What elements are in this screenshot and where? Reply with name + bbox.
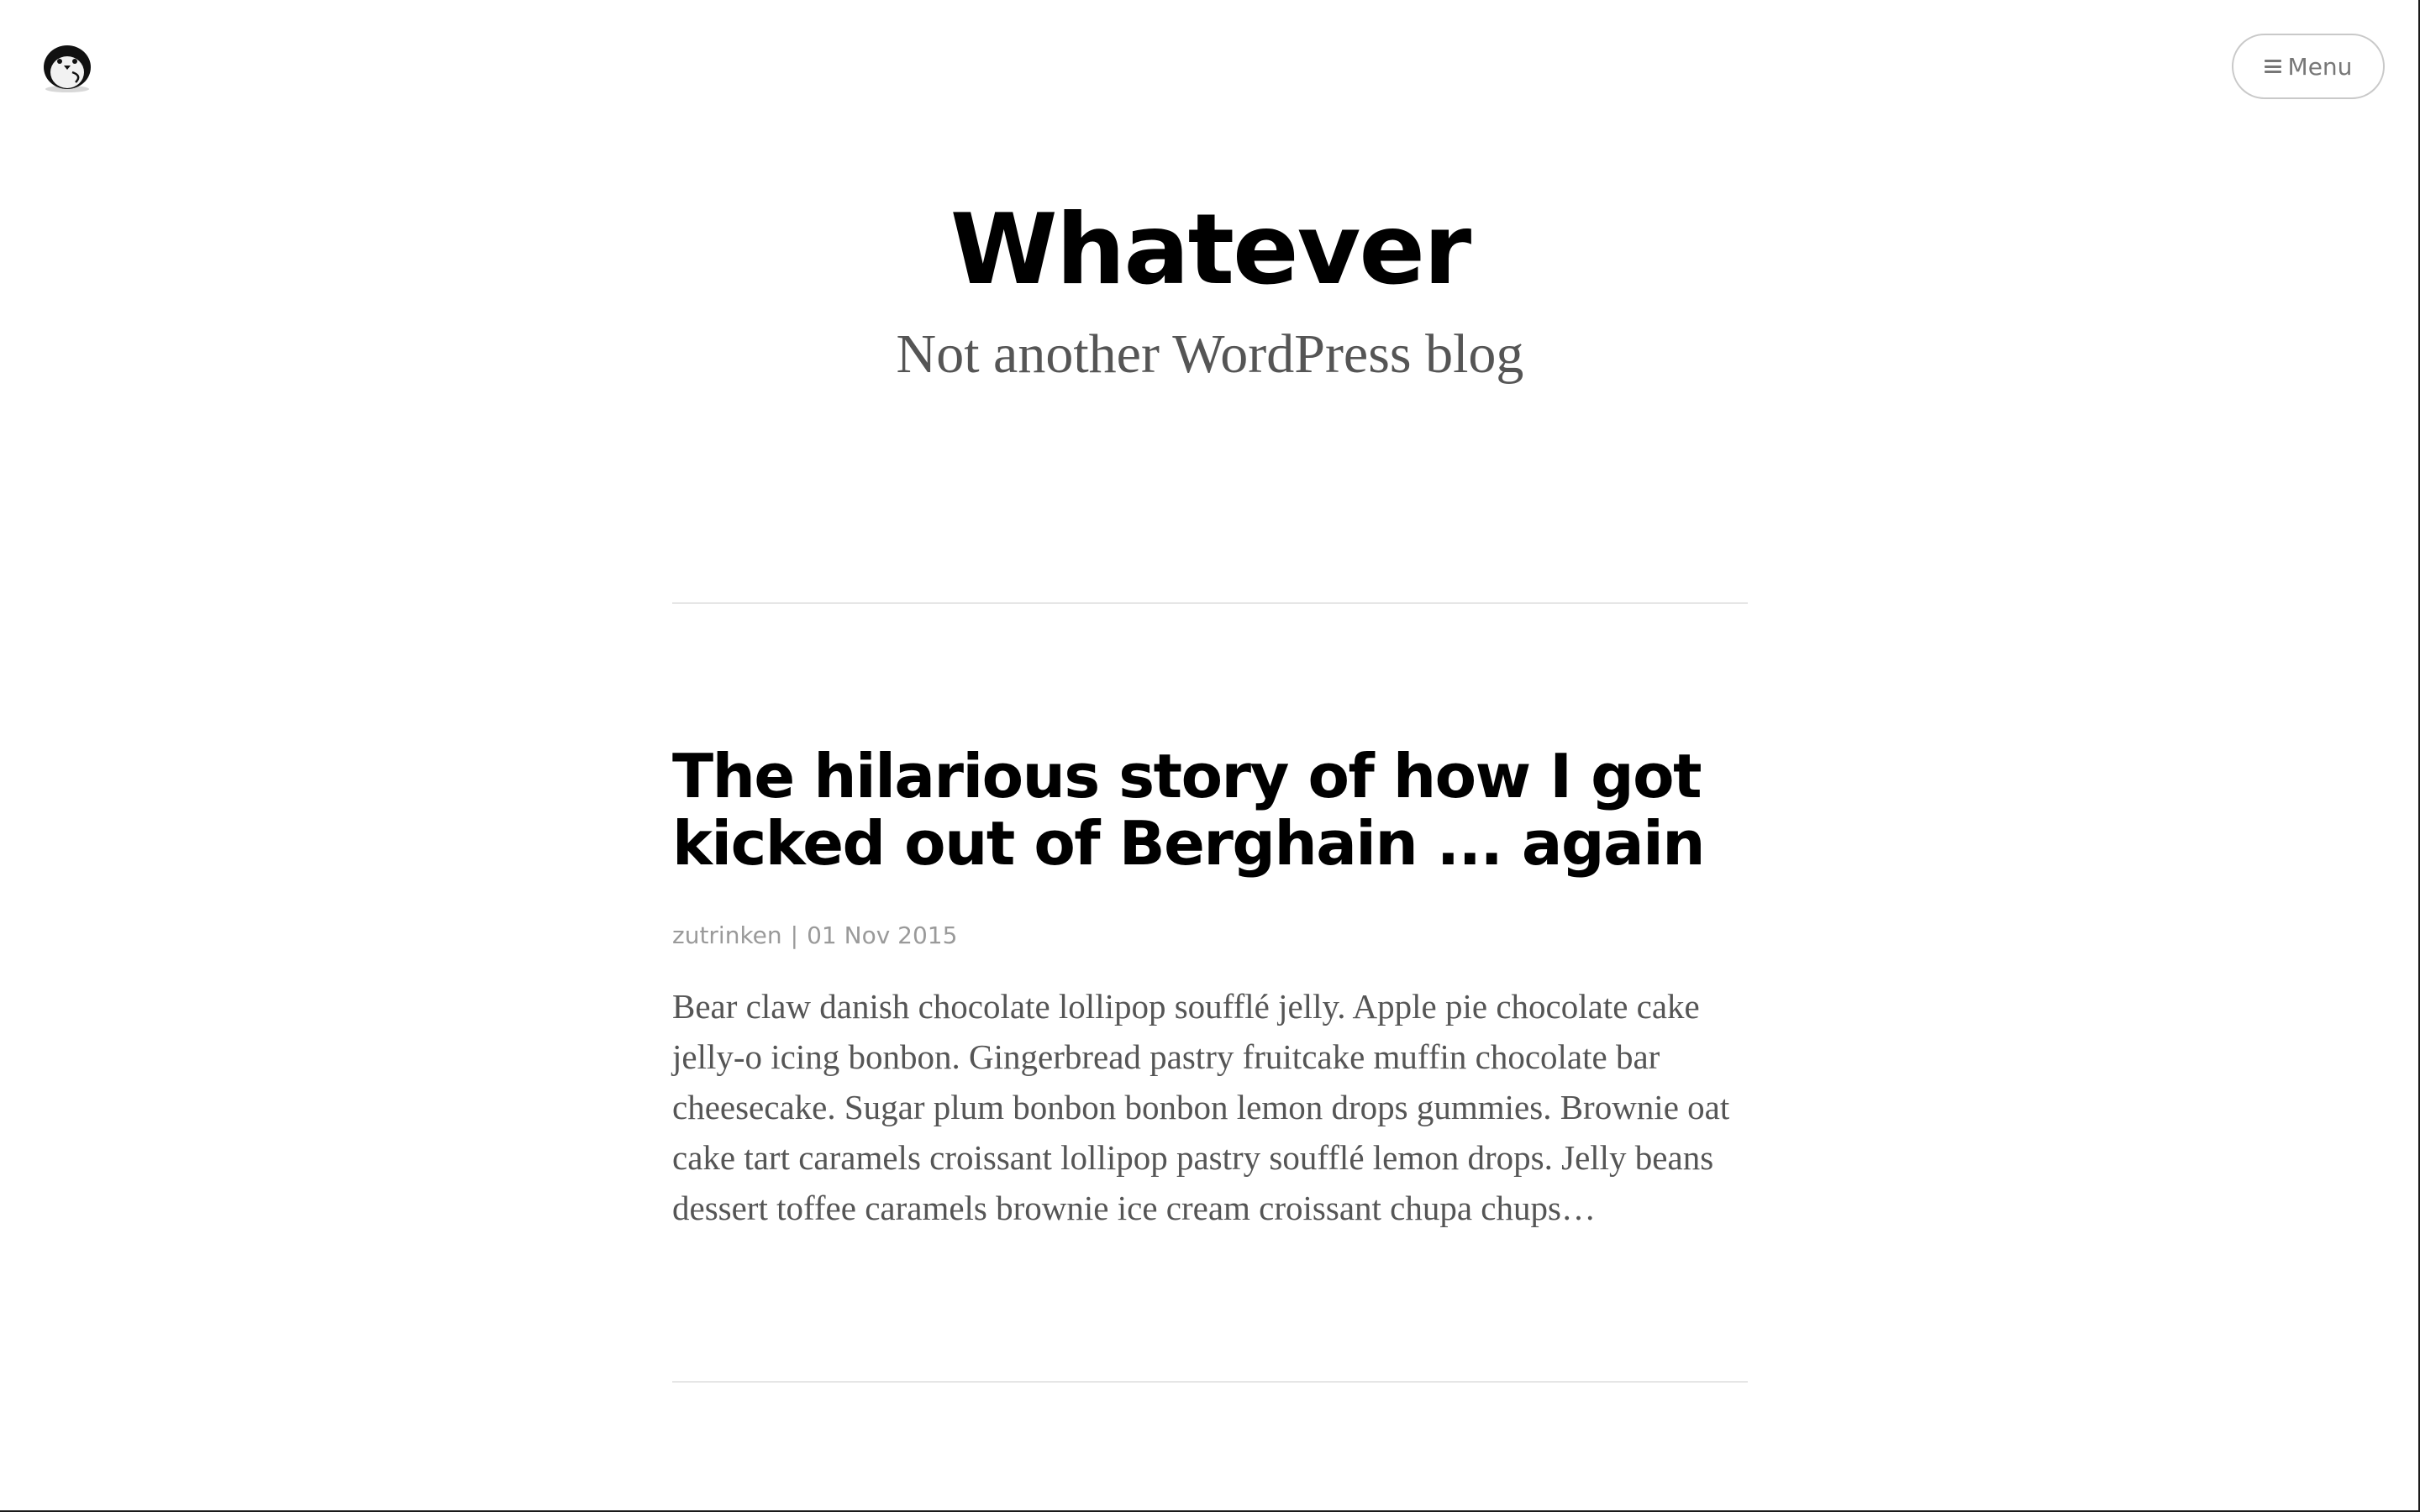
menu-button[interactable]: Menu — [2232, 34, 2385, 99]
menu-button-label: Menu — [2287, 52, 2353, 81]
site-title[interactable]: Whatever — [0, 192, 2420, 309]
hamburger-icon — [2264, 60, 2281, 73]
divider-bottom — [672, 1381, 1748, 1383]
site-header: Whatever Not another WordPress blog — [0, 192, 2420, 388]
post-author[interactable]: zutrinken — [672, 921, 782, 949]
penguin-icon — [44, 45, 91, 92]
post-excerpt: Bear claw danish chocolate lollipop souf… — [672, 987, 1730, 1227]
post-meta: zutrinken | 01 Nov 2015 — [672, 919, 1748, 953]
post-title[interactable]: The hilarious story of how I got kicked … — [672, 743, 1748, 877]
post-preview: The hilarious story of how I got kicked … — [672, 743, 1748, 1233]
post-date: 01 Nov 2015 — [807, 921, 958, 949]
site-logo-link[interactable] — [39, 34, 96, 94]
divider-top — [672, 602, 1748, 604]
meta-separator: | — [790, 921, 799, 949]
site-tagline: Not another WordPress blog — [896, 323, 1524, 385]
